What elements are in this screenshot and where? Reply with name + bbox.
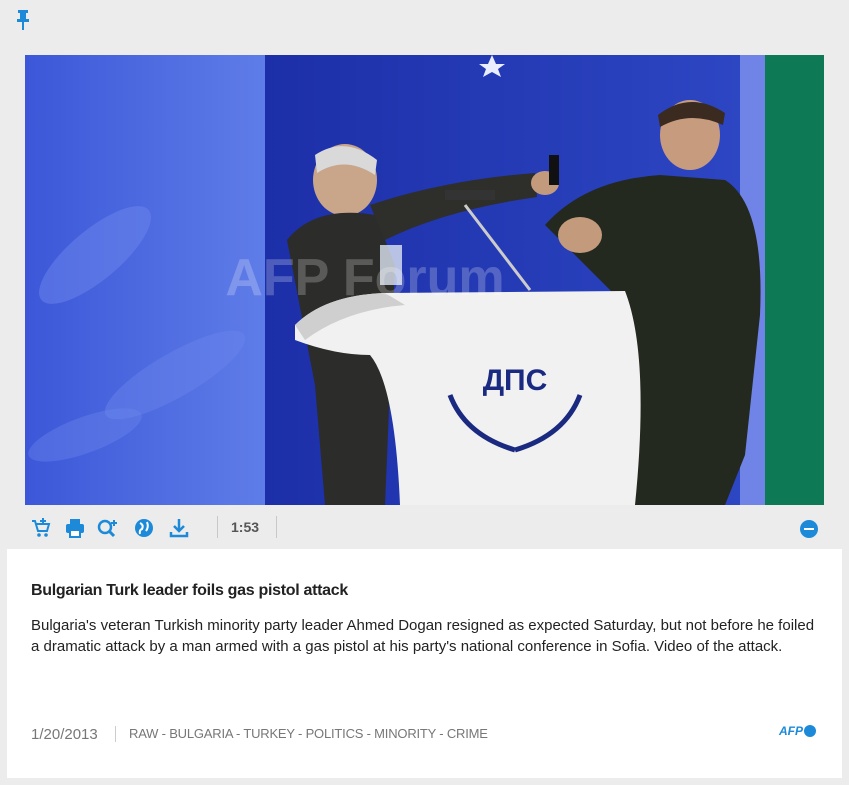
article-description: Bulgaria's veteran Turkish minority part… <box>31 617 815 655</box>
pistol-shape <box>549 155 559 185</box>
afp-logo-dot <box>804 725 816 737</box>
download-icon[interactable] <box>168 517 190 539</box>
print-icon[interactable] <box>64 517 86 539</box>
globe-icon[interactable] <box>133 517 155 539</box>
caption-card: Bulgarian Turk leader foils gas pistol a… <box>7 549 842 778</box>
podium-logo: ДПС <box>483 364 548 397</box>
article-date: 1/20/2013 <box>31 726 98 743</box>
afp-logo: AFP <box>779 724 816 738</box>
meta-divider <box>115 726 116 742</box>
toolbar-divider <box>217 516 218 538</box>
toolbar-divider <box>276 516 277 538</box>
article-tags: RAW - BULGARIA - TURKEY - POLITICS - MIN… <box>129 726 488 741</box>
video-duration: 1:53 <box>231 519 260 535</box>
flag-green <box>765 55 824 505</box>
cart-icon[interactable] <box>30 517 52 539</box>
video-player[interactable]: ДПС AFP Forum <box>25 55 824 505</box>
zoom-icon[interactable] <box>97 517 119 539</box>
watermark: AFP Forum <box>225 249 504 307</box>
pin-icon[interactable] <box>14 9 32 31</box>
afp-logo-text: AFP <box>779 724 803 738</box>
article-title: Bulgarian Turk leader foils gas pistol a… <box>31 582 348 599</box>
minus-circle-icon[interactable] <box>800 520 818 538</box>
media-toolbar: 1:53 <box>25 512 824 542</box>
